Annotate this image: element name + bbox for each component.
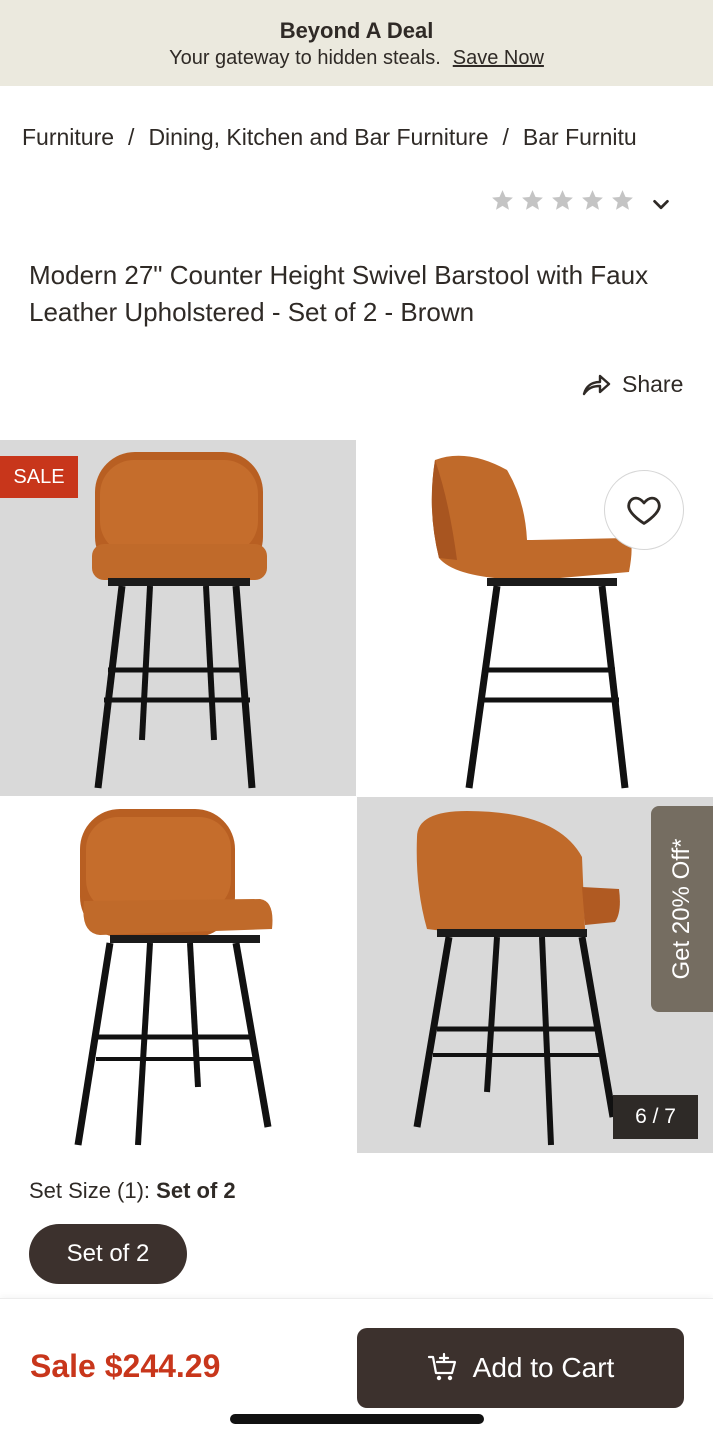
discount-tab-label: Get 20% Off* (668, 838, 695, 980)
share-arrow-icon (582, 374, 611, 396)
share-button[interactable]: Share (580, 368, 683, 400)
set-size-value: Set of 2 (156, 1178, 236, 1203)
breadcrumb-item-dining[interactable]: Dining, Kitchen and Bar Furniture (148, 124, 488, 150)
rating-stars[interactable] (490, 188, 635, 213)
breadcrumb-separator: / (502, 124, 509, 150)
star-icon (520, 188, 545, 213)
promo-banner: Beyond A Deal Your gateway to hidden ste… (0, 0, 713, 86)
share-label: Share (622, 370, 684, 397)
set-size-label: Set Size (1): Set of 2 (29, 1178, 236, 1204)
add-to-cart-button[interactable]: Add to Cart (357, 1328, 684, 1408)
star-icon (550, 188, 575, 213)
set-size-option[interactable]: Set of 2 (29, 1224, 187, 1284)
add-to-cart-label: Add to Cart (472, 1352, 615, 1383)
product-gallery[interactable] (0, 440, 713, 1154)
promo-title: Beyond A Deal (279, 18, 434, 43)
breadcrumb-item-bar-furniture[interactable]: Bar Furnitu (523, 124, 637, 150)
breadcrumb-item-furniture[interactable]: Furniture (22, 124, 114, 150)
cart-plus-icon (427, 1352, 456, 1381)
promo-subtitle: Your gateway to hidden steals. Save Now (0, 47, 713, 70)
gallery-counter: 6 / 7 (613, 1095, 698, 1139)
breadcrumb-separator: / (128, 124, 135, 150)
save-now-link[interactable]: Save Now (453, 47, 544, 69)
favorite-button[interactable] (604, 470, 684, 550)
set-size-label-text: Set Size (1): (29, 1178, 157, 1203)
star-icon (490, 188, 515, 213)
chevron-down-icon[interactable] (650, 194, 672, 216)
heart-icon (627, 496, 661, 525)
sale-badge: SALE (0, 456, 78, 498)
gallery-image-angle[interactable] (0, 797, 356, 1153)
sale-price: Sale $244.29 (30, 1348, 221, 1384)
promo-subtitle-text: Your gateway to hidden steals. (169, 47, 441, 69)
star-icon (580, 188, 605, 213)
star-icon (610, 188, 635, 213)
home-indicator (230, 1414, 484, 1424)
product-title: Modern 27" Counter Height Swivel Barstoo… (29, 260, 649, 327)
discount-tab[interactable]: Get 20% Off* (651, 806, 713, 1012)
breadcrumb: Furniture / Dining, Kitchen and Bar Furnit… (22, 124, 682, 156)
